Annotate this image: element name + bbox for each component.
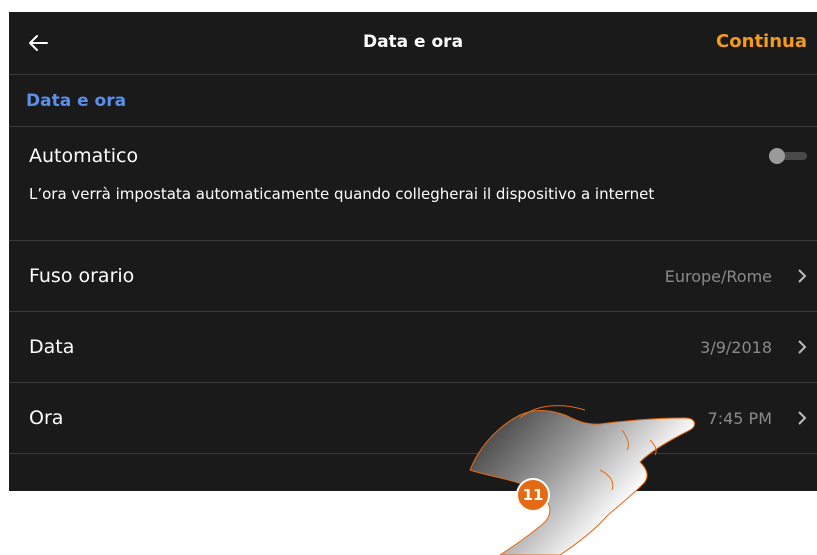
date-row[interactable]: Data 3/9/2018 bbox=[9, 312, 817, 383]
date-value: 3/9/2018 bbox=[700, 338, 772, 357]
chevron-right-icon bbox=[798, 340, 807, 354]
section-header: Data e ora bbox=[9, 75, 817, 127]
automatic-label: Automatico bbox=[29, 145, 139, 167]
page-title: Data e ora bbox=[362, 32, 464, 52]
timezone-value: Europe/Rome bbox=[664, 267, 772, 286]
toggle-knob bbox=[769, 148, 785, 164]
time-label: Ora bbox=[29, 407, 64, 429]
continue-button[interactable]: Continua bbox=[716, 31, 807, 52]
date-label: Data bbox=[29, 336, 75, 358]
time-row[interactable]: Ora 7:45 PM bbox=[9, 383, 817, 454]
header-bar: Data e ora Continua bbox=[9, 12, 817, 75]
chevron-right-icon bbox=[798, 269, 807, 283]
timezone-row[interactable]: Fuso orario Europe/Rome bbox=[9, 241, 817, 312]
automatic-toggle[interactable] bbox=[769, 148, 807, 164]
time-value: 7:45 PM bbox=[707, 409, 772, 428]
timezone-label: Fuso orario bbox=[29, 265, 135, 287]
automatic-description: L’ora verrà impostata automaticamente qu… bbox=[29, 185, 655, 203]
section-title: Data e ora bbox=[26, 91, 127, 111]
step-number-badge: 11 bbox=[516, 478, 550, 512]
automatic-setting-row: Automatico L’ora verrà impostata automat… bbox=[9, 127, 817, 241]
chevron-right-icon bbox=[798, 411, 807, 425]
device-screen: Data e ora Continua Data e ora Automatic… bbox=[9, 12, 817, 491]
